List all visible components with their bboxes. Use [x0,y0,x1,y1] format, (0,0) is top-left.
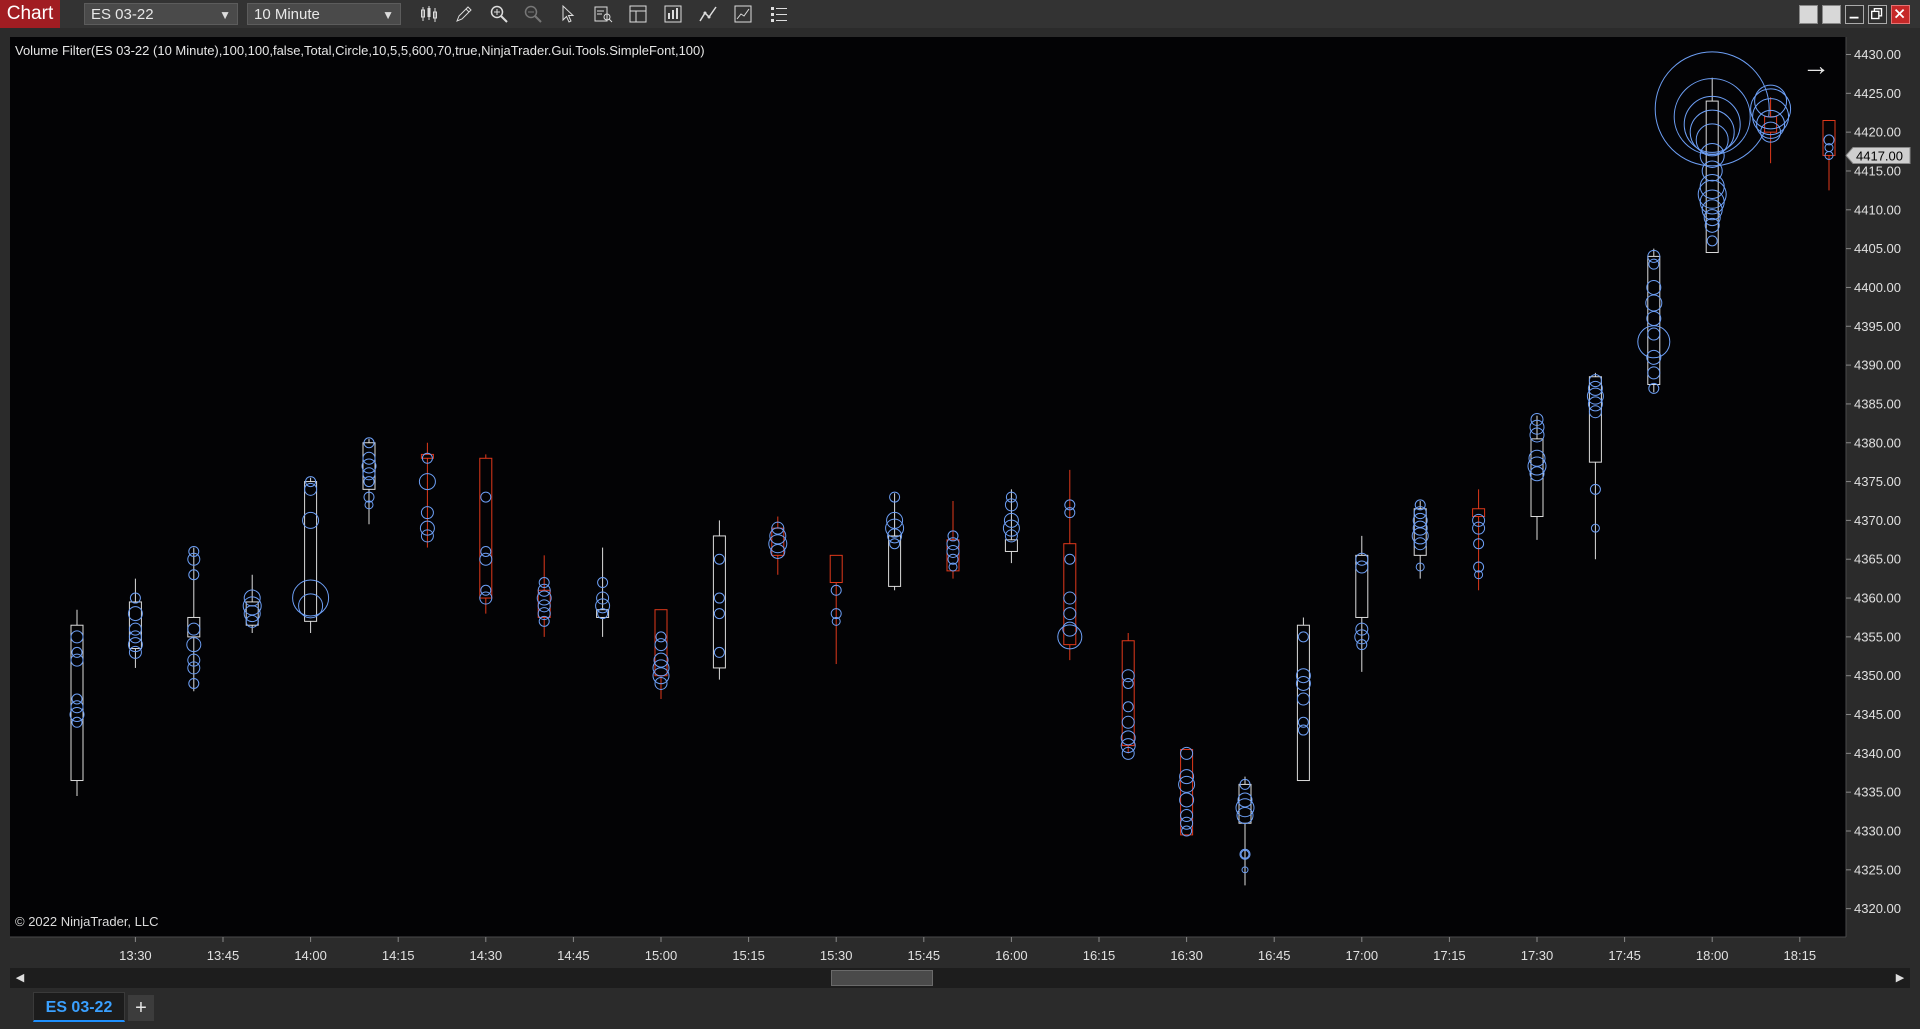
candle-body [1764,116,1778,133]
price-chart[interactable]: 4320.00 4325.00 4330.00 4335.00 4340.00 4345.… [0,0,1920,968]
horizontal-scrollbar[interactable]: ◀ ▶ [10,968,1910,988]
x-tick-label: 13:45 [207,948,240,963]
scroll-thumb[interactable] [831,970,933,986]
add-tab-button[interactable]: + [128,995,154,1021]
candle-body [1647,255,1661,386]
candle-body [362,442,376,490]
y-tick-label: 4420.00 [1854,125,1901,140]
candle-body [1121,640,1135,747]
x-tick-label: 15:45 [908,948,941,963]
y-tick-label: 4360.00 [1854,591,1901,606]
y-tick-label: 4355.00 [1854,629,1901,644]
y-tick-label: 4325.00 [1854,862,1901,877]
x-tick-label: 18:15 [1784,948,1817,963]
x-tick-label: 17:15 [1433,948,1466,963]
tab-es-03-22[interactable]: ES 03-22 [33,992,125,1022]
y-tick-label: 4320.00 [1854,901,1901,916]
y-tick-label: 4400.00 [1854,280,1901,295]
x-tick-label: 17:45 [1608,948,1641,963]
x-tick-label: 15:30 [820,948,853,963]
candle-body [1238,783,1252,824]
indicator-label: Volume Filter(ES 03-22 (10 Minute),100,1… [15,43,705,58]
x-tick-label: 14:30 [470,948,503,963]
x-tick-label: 16:30 [1170,948,1203,963]
y-tick-label: 4350.00 [1854,668,1901,683]
x-tick-label: 15:15 [732,948,765,963]
candle-body [829,554,843,584]
x-tick-label: 17:00 [1346,948,1379,963]
y-tick-label: 4370.00 [1854,513,1901,528]
tab-bar: ES 03-22 + [0,990,1920,1029]
x-tick-label: 17:30 [1521,948,1554,963]
candle-body [304,481,318,622]
y-tick-label: 4390.00 [1854,358,1901,373]
y-tick-label: 4385.00 [1854,396,1901,411]
last-price-label: 4417.00 [1856,148,1903,163]
candle-body [1472,508,1486,518]
y-tick-label: 4345.00 [1854,707,1901,722]
y-tick-label: 4430.00 [1854,47,1901,62]
scroll-right-icon[interactable]: ▶ [1892,970,1908,986]
x-tick-label: 13:30 [119,948,152,963]
candle-body [888,535,902,587]
candle-body [479,457,493,599]
scroll-to-latest-icon[interactable]: → [1802,50,1830,82]
x-tick-label: 16:15 [1083,948,1116,963]
x-tick-label: 14:45 [557,948,590,963]
x-tick-label: 14:00 [294,948,327,963]
y-tick-label: 4410.00 [1854,202,1901,217]
y-tick-label: 4375.00 [1854,474,1901,489]
y-tick-label: 4395.00 [1854,319,1901,334]
y-tick-label: 4335.00 [1854,785,1901,800]
candle-body [1355,554,1369,618]
y-tick-label: 4365.00 [1854,552,1901,567]
x-tick-label: 16:00 [995,948,1028,963]
x-tick-label: 16:45 [1258,948,1291,963]
y-tick-label: 4380.00 [1854,435,1901,450]
y-tick-label: 4405.00 [1854,241,1901,256]
y-tick-label: 4415.00 [1854,163,1901,178]
scroll-left-icon[interactable]: ◀ [12,970,28,986]
y-tick-label: 4425.00 [1854,86,1901,101]
x-tick-label: 14:15 [382,948,415,963]
copyright-text: © 2022 NinjaTrader, LLC [15,914,159,929]
x-tick-label: 15:00 [645,948,678,963]
y-tick-label: 4330.00 [1854,824,1901,839]
y-tick-label: 4340.00 [1854,746,1901,761]
x-tick-label: 18:00 [1696,948,1729,963]
